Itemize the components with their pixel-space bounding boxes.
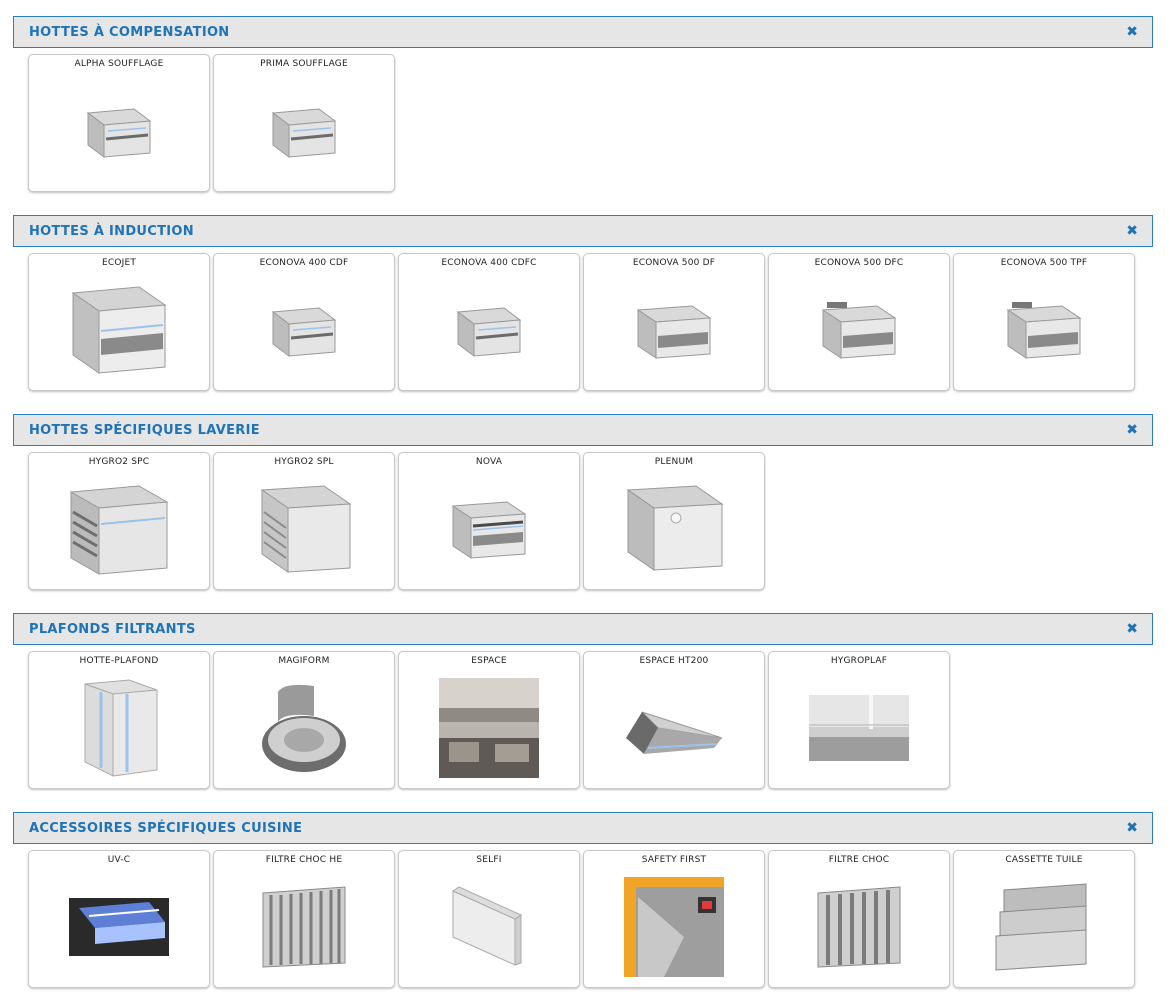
product-card-cassette-tuile[interactable]: CASSETTE TUILE bbox=[953, 850, 1135, 988]
close-icon[interactable]: ✖ bbox=[1126, 423, 1138, 437]
product-label: ESPACE HT200 bbox=[639, 656, 709, 666]
product-label: SELFI bbox=[476, 855, 502, 865]
product-label: HYGRO2 SPL bbox=[274, 457, 334, 467]
section-header[interactable]: PLAFONDS FILTRANTS ✖ bbox=[13, 613, 1153, 645]
product-grid: UV-C FILTRE CHOC HE SELFI SAFETY FIRST F… bbox=[28, 850, 1153, 990]
hood-icon bbox=[29, 75, 209, 187]
section-hottes-laverie: HOTTES SPÉCIFIQUES LAVERIE ✖ HYGRO2 SPC … bbox=[13, 414, 1153, 592]
section-hottes-compensation: HOTTES À COMPENSATION ✖ ALPHA SOUFFLAGE … bbox=[13, 16, 1153, 194]
product-card-hygro2-spl[interactable]: HYGRO2 SPL bbox=[213, 452, 395, 590]
product-label: UV-C bbox=[107, 855, 131, 865]
baffle-filter-icon bbox=[214, 871, 394, 983]
plenum-icon bbox=[584, 473, 764, 585]
section-accessoires-cuisine: ACCESSOIRES SPÉCIFIQUES CUISINE ✖ UV-C F… bbox=[13, 812, 1153, 990]
product-label: PLENUM bbox=[654, 457, 694, 467]
product-label: ECONOVA 500 TPF bbox=[1000, 258, 1088, 268]
product-label: ECONOVA 400 CDF bbox=[259, 258, 349, 268]
close-icon[interactable]: ✖ bbox=[1126, 622, 1138, 636]
product-card-filtre-choc-he[interactable]: FILTRE CHOC HE bbox=[213, 850, 395, 988]
hood-icon bbox=[214, 274, 394, 386]
section-title: HOTTES SPÉCIFIQUES LAVERIE bbox=[29, 422, 260, 438]
product-card-hygro2-spc[interactable]: HYGRO2 SPC bbox=[28, 452, 210, 590]
product-label: ECONOVA 500 DFC bbox=[814, 258, 904, 268]
louvered-hood-icon bbox=[29, 473, 209, 585]
product-label: ALPHA SOUFFLAGE bbox=[74, 59, 164, 69]
product-label: MAGIFORM bbox=[278, 656, 330, 666]
product-card-filtre-choc[interactable]: FILTRE CHOC bbox=[768, 850, 950, 988]
product-card-magiform[interactable]: MAGIFORM bbox=[213, 651, 395, 789]
product-card-econova-500-df[interactable]: ECONOVA 500 DF bbox=[583, 253, 765, 391]
ceiling-hood-icon bbox=[584, 672, 764, 784]
section-title: HOTTES À COMPENSATION bbox=[29, 24, 230, 40]
product-card-hygroplaf[interactable]: HYGROPLAF bbox=[768, 651, 950, 789]
selfi-panel-icon bbox=[399, 871, 579, 983]
product-card-econova-400-cdfc[interactable]: ECONOVA 400 CDFC bbox=[398, 253, 580, 391]
safety-photo-icon bbox=[584, 871, 764, 983]
product-label: HYGRO2 SPC bbox=[88, 457, 150, 467]
product-grid: ECOJET ECONOVA 400 CDF ECONOVA 400 CDFC … bbox=[28, 253, 1153, 393]
product-label: PRIMA SOUFFLAGE bbox=[260, 59, 348, 69]
product-card-econova-500-tpf[interactable]: ECONOVA 500 TPF bbox=[953, 253, 1135, 391]
product-card-safety-first[interactable]: SAFETY FIRST bbox=[583, 850, 765, 988]
product-label: NOVA bbox=[475, 457, 503, 467]
product-label: FILTRE CHOC HE bbox=[265, 855, 343, 865]
product-card-alpha-soufflage[interactable]: ALPHA SOUFFLAGE bbox=[28, 54, 210, 192]
section-title: PLAFONDS FILTRANTS bbox=[29, 621, 196, 637]
product-card-selfi[interactable]: SELFI bbox=[398, 850, 580, 988]
section-title: HOTTES À INDUCTION bbox=[29, 223, 194, 239]
section-plafonds-filtrants: PLAFONDS FILTRANTS ✖ HOTTE-PLAFOND MAGIF… bbox=[13, 613, 1153, 791]
product-label: ECONOVA 400 CDFC bbox=[441, 258, 537, 268]
product-card-espace[interactable]: ESPACE bbox=[398, 651, 580, 789]
product-label: HOTTE-PLAFOND bbox=[79, 656, 159, 666]
product-card-plenum[interactable]: PLENUM bbox=[583, 452, 765, 590]
product-card-ecojet[interactable]: ECOJET bbox=[28, 253, 210, 391]
product-label: ESPACE bbox=[471, 656, 507, 666]
hood-icon bbox=[399, 473, 579, 585]
tile-cassette-icon bbox=[954, 871, 1134, 983]
kitchen-photo-icon bbox=[399, 672, 579, 784]
product-label: HYGROPLAF bbox=[830, 656, 888, 666]
product-card-nova[interactable]: NOVA bbox=[398, 452, 580, 590]
close-icon[interactable]: ✖ bbox=[1126, 821, 1138, 835]
baffle-filter-icon bbox=[769, 871, 949, 983]
ceiling-photo-icon bbox=[769, 672, 949, 784]
hood-icon bbox=[214, 75, 394, 187]
section-header[interactable]: HOTTES À INDUCTION ✖ bbox=[13, 215, 1153, 247]
product-card-hotte-plafond[interactable]: HOTTE-PLAFOND bbox=[28, 651, 210, 789]
close-icon[interactable]: ✖ bbox=[1126, 224, 1138, 238]
section-title: ACCESSOIRES SPÉCIFIQUES CUISINE bbox=[29, 820, 303, 836]
hood-icon bbox=[29, 274, 209, 386]
product-card-econova-400-cdf[interactable]: ECONOVA 400 CDF bbox=[213, 253, 395, 391]
hood-icon bbox=[399, 274, 579, 386]
ceiling-panel-icon bbox=[29, 672, 209, 784]
uv-lamp-icon bbox=[29, 871, 209, 983]
product-card-econova-500-dfc[interactable]: ECONOVA 500 DFC bbox=[768, 253, 950, 391]
product-label: ECOJET bbox=[101, 258, 137, 268]
section-hottes-induction: HOTTES À INDUCTION ✖ ECOJET ECONOVA 400 … bbox=[13, 215, 1153, 393]
product-label: ECONOVA 500 DF bbox=[632, 258, 716, 268]
oval-hood-icon bbox=[214, 672, 394, 784]
louvered-hood-icon bbox=[214, 473, 394, 585]
hood-icon bbox=[954, 274, 1134, 386]
product-grid: HYGRO2 SPC HYGRO2 SPL NOVA PLENUM bbox=[28, 452, 1153, 592]
section-header[interactable]: HOTTES SPÉCIFIQUES LAVERIE ✖ bbox=[13, 414, 1153, 446]
product-grid: ALPHA SOUFFLAGE PRIMA SOUFFLAGE bbox=[28, 54, 1153, 194]
product-label: FILTRE CHOC bbox=[828, 855, 890, 865]
hood-icon bbox=[769, 274, 949, 386]
hood-icon bbox=[584, 274, 764, 386]
product-label: SAFETY FIRST bbox=[641, 855, 707, 865]
close-icon[interactable]: ✖ bbox=[1126, 25, 1138, 39]
product-grid: HOTTE-PLAFOND MAGIFORM ESPACE ESPACE HT2… bbox=[28, 651, 1153, 791]
product-card-prima-soufflage[interactable]: PRIMA SOUFFLAGE bbox=[213, 54, 395, 192]
product-label: CASSETTE TUILE bbox=[1005, 855, 1083, 865]
product-card-uv-c[interactable]: UV-C bbox=[28, 850, 210, 988]
section-header[interactable]: ACCESSOIRES SPÉCIFIQUES CUISINE ✖ bbox=[13, 812, 1153, 844]
product-card-espace-ht200[interactable]: ESPACE HT200 bbox=[583, 651, 765, 789]
section-header[interactable]: HOTTES À COMPENSATION ✖ bbox=[13, 16, 1153, 48]
